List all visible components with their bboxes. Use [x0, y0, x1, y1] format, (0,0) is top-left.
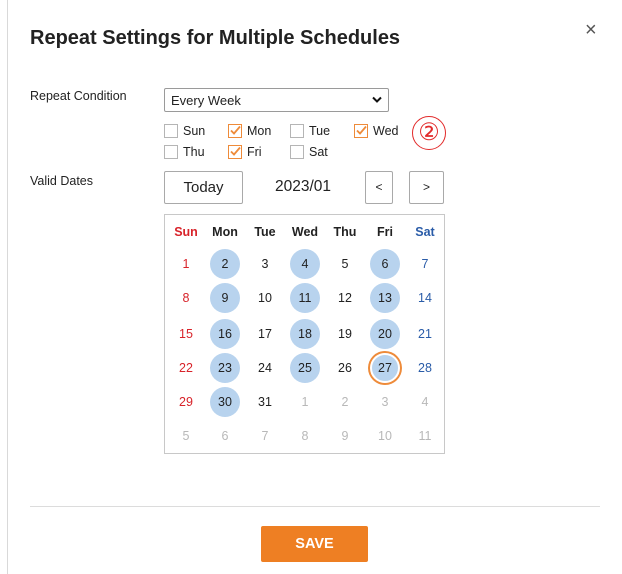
footer-divider: [30, 506, 600, 507]
checkbox-box[interactable]: [164, 145, 178, 159]
weekday-label: Fri: [247, 145, 262, 159]
checkbox-box-checked[interactable]: [228, 145, 242, 159]
repeat-condition-select[interactable]: Every Week: [164, 88, 389, 112]
calendar-day-selected[interactable]: 6: [370, 249, 400, 279]
repeat-settings-dialog: Repeat Settings for Multiple Schedules ×…: [0, 0, 622, 574]
chevron-down-icon: [372, 96, 382, 103]
weekday-checkbox-fri[interactable]: Fri: [228, 144, 262, 160]
calendar-day[interactable]: 9: [330, 421, 360, 451]
weekday-checkbox-sun[interactable]: Sun: [164, 123, 205, 139]
calendar-day-selected[interactable]: 11: [290, 283, 320, 313]
weekday-checkbox-mon[interactable]: Mon: [228, 123, 271, 139]
calendar-day-selected[interactable]: 18: [290, 319, 320, 349]
calendar-day[interactable]: 8: [171, 283, 201, 313]
calendar-day-selected[interactable]: 20: [370, 319, 400, 349]
calendar-day[interactable]: 31: [250, 387, 280, 417]
calendar-day[interactable]: 22: [171, 353, 201, 383]
weekday-checkbox-wed[interactable]: Wed: [354, 123, 398, 139]
prev-month-button[interactable]: <: [365, 171, 393, 204]
calendar-day[interactable]: 2: [330, 387, 360, 417]
calendar-day-selected[interactable]: 27: [370, 353, 400, 383]
weekday-header: Sun: [174, 225, 198, 239]
dialog-title: Repeat Settings for Multiple Schedules: [30, 27, 401, 49]
weekday-header: Thu: [333, 225, 357, 239]
calendar-day[interactable]: 21: [410, 319, 440, 349]
repeat-condition-value: Every Week: [171, 93, 241, 108]
calendar-day-selected[interactable]: 23: [210, 353, 240, 383]
checkbox-box-checked[interactable]: [228, 124, 242, 138]
calendar-day[interactable]: 29: [171, 387, 201, 417]
calendar-day[interactable]: 3: [250, 249, 280, 279]
calendar-week-row: 22 23 24 25 26 27 28: [165, 353, 446, 389]
weekday-header: Wed: [291, 225, 319, 239]
step-number-annotation: ②: [412, 116, 446, 150]
checkmark-icon: [230, 125, 241, 135]
weekday-header: Tue: [254, 225, 276, 239]
calendar-day[interactable]: 1: [171, 249, 201, 279]
weekday-label: Sat: [309, 145, 328, 159]
weekday-header: Fri: [377, 225, 393, 239]
checkbox-box[interactable]: [164, 124, 178, 138]
weekday-header: Mon: [212, 225, 238, 239]
weekday-label: Tue: [309, 124, 331, 138]
weekday-checkbox-sat[interactable]: Sat: [290, 144, 328, 160]
calendar-day[interactable]: 8: [290, 421, 320, 451]
calendar-day[interactable]: 19: [330, 319, 360, 349]
calendar-day[interactable]: 1: [290, 387, 320, 417]
weekday-label: Thu: [183, 145, 205, 159]
weekday-label: Mon: [247, 124, 272, 138]
valid-dates-label: Valid Dates: [30, 174, 93, 188]
calendar-day[interactable]: 10: [250, 283, 280, 313]
calendar-day[interactable]: 14: [410, 283, 440, 313]
calendar-day[interactable]: 24: [250, 353, 280, 383]
calendar-week-row: 1234567: [165, 249, 446, 285]
calendar-day[interactable]: 7: [250, 421, 280, 451]
close-icon[interactable]: ×: [585, 20, 597, 40]
calendar-day[interactable]: 7: [410, 249, 440, 279]
weekday-header: Sat: [415, 225, 435, 239]
calendar-day[interactable]: 17: [250, 319, 280, 349]
calendar-day[interactable]: 26: [330, 353, 360, 383]
calendar-day[interactable]: 6: [210, 421, 240, 451]
checkbox-box-checked[interactable]: [354, 124, 368, 138]
calendar-day[interactable]: 12: [330, 283, 360, 313]
calendar-day-selected[interactable]: 2: [210, 249, 240, 279]
calendar-day[interactable]: 28: [410, 353, 440, 383]
checkmark-icon: [230, 146, 241, 156]
current-month: 2023/01: [275, 178, 332, 195]
repeat-condition-label: Repeat Condition: [30, 89, 127, 103]
weekday-label: Sun: [183, 124, 206, 138]
calendar-day-selected[interactable]: 30: [210, 387, 240, 417]
calendar-day[interactable]: 5: [171, 421, 201, 451]
calendar-day-selected[interactable]: 25: [290, 353, 320, 383]
calendar-week-row: 5 6 7 8 9 10 11: [165, 421, 446, 457]
today-button[interactable]: Today: [164, 171, 243, 204]
weekday-label: Wed: [373, 124, 399, 138]
calendar-week-row: 8 9 10 11 12 13 14: [165, 283, 446, 319]
calendar-grid: Sun Mon Tue Wed Thu Fri Sat 1 2 3 4 5 6 7 8 9 10 11 12 13 14…: [164, 214, 445, 454]
next-month-button[interactable]: >: [409, 171, 444, 204]
checkbox-box[interactable]: [290, 124, 304, 138]
save-button[interactable]: SAVE: [261, 526, 368, 562]
calendar-day[interactable]: 4: [410, 387, 440, 417]
calendar-day[interactable]: 5: [330, 249, 360, 279]
checkmark-icon: [356, 125, 367, 135]
calendar-week-row: 15 16 17 18 19 20 21: [165, 319, 446, 355]
weekday-checkbox-thu[interactable]: Thu: [164, 144, 205, 160]
calendar-day[interactable]: 10: [370, 421, 400, 451]
weekday-checkbox-tue[interactable]: Tue: [290, 123, 330, 139]
calendar-weekday-header: Sun Mon Tue Wed Thu Fri Sat: [165, 217, 446, 253]
calendar-week-row: 29 30 31 1 2 3 4: [165, 387, 446, 423]
dialog-left-border: [7, 0, 8, 574]
checkbox-box[interactable]: [290, 145, 304, 159]
calendar-day[interactable]: 11: [410, 421, 440, 451]
calendar-day-selected[interactable]: 4: [290, 249, 320, 279]
calendar-day[interactable]: 15: [171, 319, 201, 349]
calendar-day-selected[interactable]: 16: [210, 319, 240, 349]
calendar-day-selected[interactable]: 13: [370, 283, 400, 313]
calendar-day[interactable]: 3: [370, 387, 400, 417]
calendar-day-selected[interactable]: 9: [210, 283, 240, 313]
